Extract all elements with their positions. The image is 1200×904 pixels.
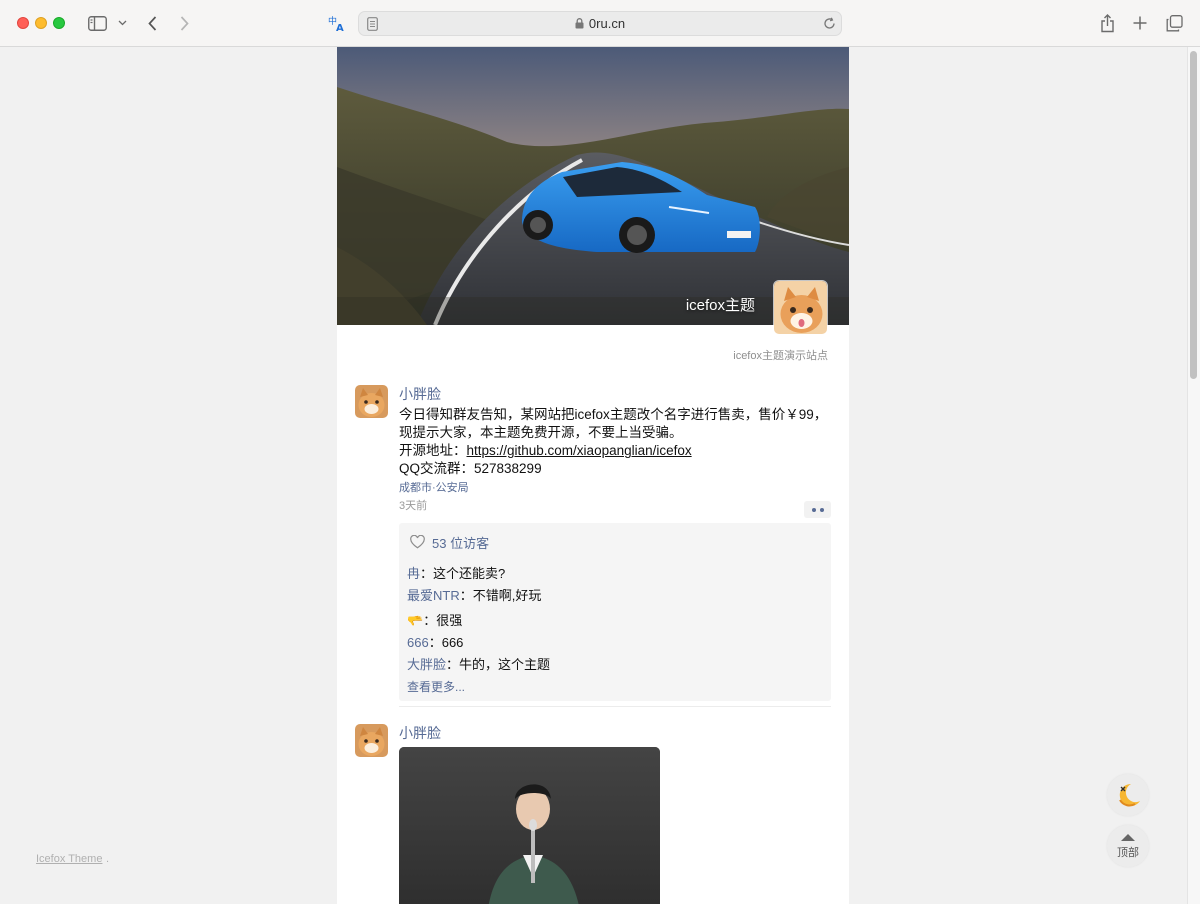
back-icon[interactable] xyxy=(144,13,160,33)
likes-count: 53 位访客 xyxy=(432,535,490,551)
chevron-down-icon[interactable] xyxy=(116,17,128,29)
post-time: 3天前 xyxy=(399,500,428,512)
url-text: 0ru.cn xyxy=(588,16,626,31)
footer-dot: . xyxy=(106,853,110,865)
maximize-window-button[interactable] xyxy=(53,17,65,29)
comment-text: 牛的，这个主题 xyxy=(459,657,551,672)
likes-row: 53 位访客 xyxy=(399,523,831,553)
comment-separator: ： xyxy=(459,588,473,603)
comment-separator: ： xyxy=(423,613,437,628)
svg-text:A: A xyxy=(336,23,344,32)
comment-separator: ： xyxy=(446,657,460,672)
sidebar-icon[interactable] xyxy=(87,14,107,32)
post-content: 今日得知群友告知，某网站把icefox主题改个名字进行售卖，售价￥99，现提示大… xyxy=(399,406,831,478)
translate-icon[interactable]: 中A xyxy=(327,13,347,33)
address-bar[interactable]: 0ru.cn xyxy=(358,11,842,36)
comment-author[interactable]: 🫳 xyxy=(407,613,423,628)
post-author[interactable]: 小胖脸 xyxy=(399,724,831,742)
share-icon[interactable] xyxy=(1098,12,1116,34)
lock-icon xyxy=(575,17,584,32)
moon-icon xyxy=(1119,783,1140,807)
minimize-window-button[interactable] xyxy=(35,17,47,29)
comment-text: 这个还能卖? xyxy=(433,566,506,581)
see-more-comments[interactable]: 查看更多... xyxy=(407,677,823,701)
interaction-panel: 53 位访客 冉：这个还能卖? 最爱NTR：不错啊,好玩 🫳：很强 666：66… xyxy=(399,523,831,701)
back-to-top-label: 顶部 xyxy=(1117,847,1139,859)
heart-icon[interactable] xyxy=(410,535,425,549)
forward-icon[interactable] xyxy=(176,13,192,33)
back-to-top-button[interactable]: 顶部 xyxy=(1107,825,1149,867)
source-line: 开源地址：https://github.com/xiaopanglian/ice… xyxy=(399,442,831,460)
new-tab-icon[interactable] xyxy=(1131,14,1149,32)
comment-separator: ： xyxy=(420,566,434,581)
comment-separator: ： xyxy=(428,635,442,650)
more-actions-button[interactable] xyxy=(804,501,831,518)
author-avatar[interactable] xyxy=(355,724,388,757)
site-name: icefox主题 xyxy=(685,297,755,314)
browser-toolbar: 中A 0ru.cn xyxy=(0,0,1200,47)
comment-item[interactable]: 大胖脸：牛的，这个主题 xyxy=(407,654,823,676)
comment-author[interactable]: 大胖脸 xyxy=(407,657,446,672)
tabs-overview-icon[interactable] xyxy=(1164,13,1184,33)
reload-icon[interactable] xyxy=(822,16,836,31)
dark-mode-toggle[interactable] xyxy=(1107,774,1149,816)
comment-list: 冉：这个还能卖? 最爱NTR：不错啊,好玩 🫳：很强 666：666 大胖脸：牛… xyxy=(399,553,831,701)
comment-item[interactable]: 冉：这个还能卖? xyxy=(407,563,823,585)
theme-footer-link[interactable]: Icefox Theme xyxy=(36,853,102,865)
feed-column: icefox主题 icefox主题演示站点 小胖脸 今日得知群友告知，某网站把i… xyxy=(337,47,849,904)
comment-author[interactable]: 冉 xyxy=(407,566,420,581)
site-avatar[interactable] xyxy=(773,280,828,335)
post-divider xyxy=(399,706,831,707)
source-label: 开源地址： xyxy=(399,443,467,458)
qq-group-line: QQ交流群：527838299 xyxy=(399,461,542,476)
comment-text: 666 xyxy=(441,635,464,650)
comment-author[interactable]: 666 xyxy=(407,635,429,650)
comment-item[interactable]: 666：666 xyxy=(407,632,823,654)
close-window-button[interactable] xyxy=(17,17,29,29)
comment-text: 很强 xyxy=(436,613,463,628)
post-image[interactable] xyxy=(399,747,660,904)
post-text: 今日得知群友告知，某网站把icefox主题改个名字进行售卖，售价￥99，现提示大… xyxy=(399,407,828,440)
site-description: icefox主题演示站点 xyxy=(733,350,828,362)
post-author[interactable]: 小胖脸 xyxy=(399,385,831,403)
comment-text: 不错啊,好玩 xyxy=(472,588,542,603)
post-location[interactable]: 成都市·公安局 xyxy=(399,481,831,495)
arrow-up-icon xyxy=(1121,834,1135,841)
cover-image xyxy=(337,47,849,325)
scrollbar-thumb[interactable] xyxy=(1190,51,1197,379)
author-avatar[interactable] xyxy=(355,385,388,418)
comment-item[interactable]: 🫳：很强 xyxy=(407,610,823,632)
comment-item[interactable]: 最爱NTR：不错啊,好玩 xyxy=(407,585,823,607)
comment-author[interactable]: 最爱NTR xyxy=(407,588,460,603)
github-link[interactable]: https://github.com/xiaopanglian/icefox xyxy=(467,443,692,458)
